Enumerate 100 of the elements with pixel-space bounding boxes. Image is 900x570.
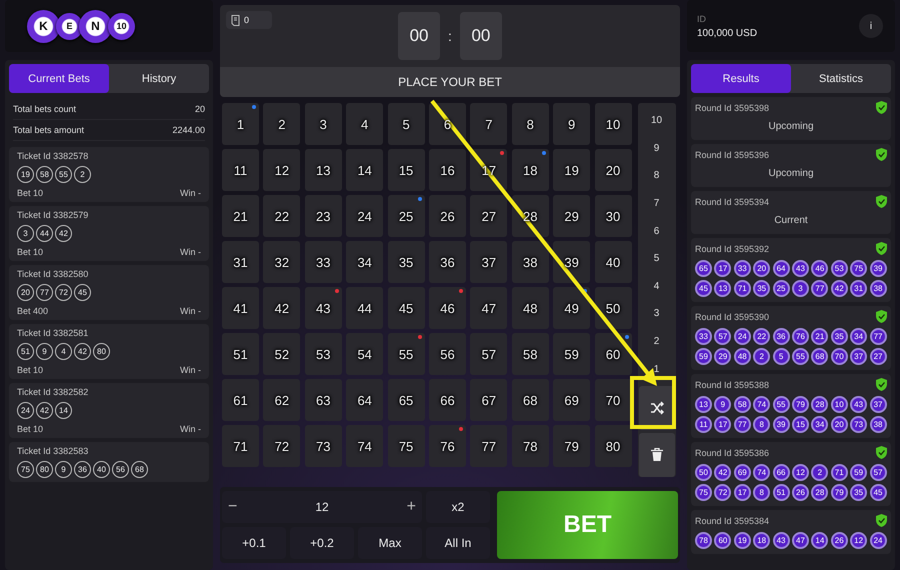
number-cell[interactable]: 12 [263, 149, 300, 191]
number-cell[interactable]: 67 [470, 379, 508, 421]
number-cell[interactable]: 16 [428, 149, 466, 191]
number-cell[interactable]: 62 [263, 379, 300, 421]
number-cell[interactable]: 4 [346, 103, 384, 145]
number-cell[interactable]: 52 [263, 333, 300, 375]
number-cell[interactable]: 46 [428, 287, 466, 329]
number-cell[interactable]: 60 [594, 333, 632, 375]
number-cell[interactable]: 50 [594, 287, 632, 329]
tab[interactable]: History [109, 64, 209, 93]
number-cell[interactable]: 24 [346, 195, 384, 237]
number-cell[interactable]: 22 [263, 195, 300, 237]
minus-button[interactable]: − [228, 498, 238, 516]
number-cell[interactable]: 2 [263, 103, 300, 145]
number-cell[interactable]: 68 [512, 379, 549, 421]
number-cell[interactable]: 73 [304, 425, 342, 467]
number-cell[interactable]: 76 [428, 425, 466, 467]
number-cell[interactable]: 27 [470, 195, 508, 237]
round-title: Round Id 3595384 [695, 516, 770, 526]
number-cell[interactable]: 13 [304, 149, 342, 191]
shield-check-icon [876, 101, 887, 114]
number-cell[interactable]: 29 [553, 195, 590, 237]
tab[interactable]: Results [691, 64, 791, 93]
number-cell[interactable]: 23 [304, 195, 342, 237]
pick-count: 10 [650, 114, 662, 128]
number-cell[interactable]: 26 [428, 195, 466, 237]
stake-field[interactable]: − 12 + [222, 490, 422, 523]
info-button[interactable]: i [859, 14, 883, 38]
number-cell[interactable]: 56 [428, 333, 466, 375]
number-cell[interactable]: 53 [304, 333, 342, 375]
number-cell[interactable]: 80 [594, 425, 632, 467]
stake-button[interactable]: +0.2 [290, 526, 354, 559]
stake-button[interactable]: +0.1 [222, 526, 286, 559]
delete-button[interactable] [638, 432, 675, 477]
number-cell[interactable]: 39 [553, 241, 590, 283]
number-cell[interactable]: 72 [263, 425, 300, 467]
number-cell[interactable]: 33 [304, 241, 342, 283]
number-cell[interactable]: 57 [470, 333, 508, 375]
number-cell[interactable]: 49 [553, 287, 590, 329]
number-cell[interactable]: 47 [470, 287, 508, 329]
number-cell[interactable]: 71 [222, 425, 259, 467]
number-cell[interactable]: 19 [553, 149, 590, 191]
number-ball: 76 [792, 328, 809, 345]
number-cell[interactable]: 61 [222, 379, 259, 421]
number-cell[interactable]: 15 [388, 149, 425, 191]
number-cell[interactable]: 75 [388, 425, 425, 467]
stake-button[interactable]: All In [426, 526, 490, 559]
stake-button[interactable]: x2 [426, 490, 490, 523]
number-cell[interactable]: 14 [346, 149, 384, 191]
number-cell[interactable]: 59 [553, 333, 590, 375]
number-cell[interactable]: 10 [594, 103, 632, 145]
number-cell[interactable]: 78 [512, 425, 549, 467]
number-cell[interactable]: 7 [470, 103, 508, 145]
number-cell[interactable]: 77 [470, 425, 508, 467]
number-cell[interactable]: 51 [222, 333, 259, 375]
stake-button[interactable]: Max [358, 526, 422, 559]
number-cell[interactable]: 9 [553, 103, 590, 145]
number-cell[interactable]: 20 [594, 149, 632, 191]
number-cell[interactable]: 70 [594, 379, 632, 421]
number-cell[interactable]: 43 [304, 287, 342, 329]
number-ball: 60 [714, 532, 732, 549]
number-cell[interactable]: 36 [428, 241, 466, 283]
number-cell[interactable]: 35 [388, 241, 425, 283]
plus-button[interactable]: + [406, 498, 416, 516]
number-cell[interactable]: 55 [388, 333, 425, 375]
number-cell[interactable]: 45 [388, 287, 425, 329]
number-ball: 33 [734, 260, 751, 277]
tab[interactable]: Current Bets [9, 64, 109, 93]
number-cell[interactable]: 30 [594, 195, 632, 237]
number-cell[interactable]: 1 [222, 103, 259, 145]
number-cell[interactable]: 44 [346, 287, 384, 329]
tab[interactable]: Statistics [791, 64, 891, 93]
number-cell[interactable]: 38 [512, 241, 549, 283]
number-cell[interactable]: 63 [304, 379, 342, 421]
number-cell[interactable]: 66 [428, 379, 466, 421]
number-cell[interactable]: 32 [263, 241, 300, 283]
number-cell[interactable]: 54 [346, 333, 384, 375]
number-cell[interactable]: 37 [470, 241, 508, 283]
number-cell[interactable]: 11 [222, 149, 259, 191]
number-cell[interactable]: 64 [346, 379, 384, 421]
number-cell[interactable]: 42 [263, 287, 300, 329]
number-cell[interactable]: 69 [553, 379, 590, 421]
number-cell[interactable]: 8 [512, 103, 549, 145]
number-cell[interactable]: 48 [512, 287, 549, 329]
round-title: Round Id 3595398 [695, 102, 770, 112]
number-cell[interactable]: 3 [304, 103, 342, 145]
number-cell[interactable]: 31 [222, 241, 259, 283]
number-cell[interactable]: 18 [512, 149, 549, 191]
number-cell[interactable]: 34 [346, 241, 384, 283]
number-cell[interactable]: 5 [388, 103, 425, 145]
number-cell[interactable]: 21 [222, 195, 259, 237]
number-cell[interactable]: 58 [512, 333, 549, 375]
number-cell[interactable]: 74 [346, 425, 384, 467]
number-cell[interactable]: 41 [222, 287, 259, 329]
number-ball: 24 [870, 532, 887, 549]
number-cell[interactable]: 40 [594, 241, 632, 283]
number-cell[interactable]: 65 [388, 379, 425, 421]
number-cell[interactable]: 79 [553, 425, 590, 467]
number-ball: 42 [74, 343, 91, 360]
number-cell[interactable]: 25 [388, 195, 425, 237]
